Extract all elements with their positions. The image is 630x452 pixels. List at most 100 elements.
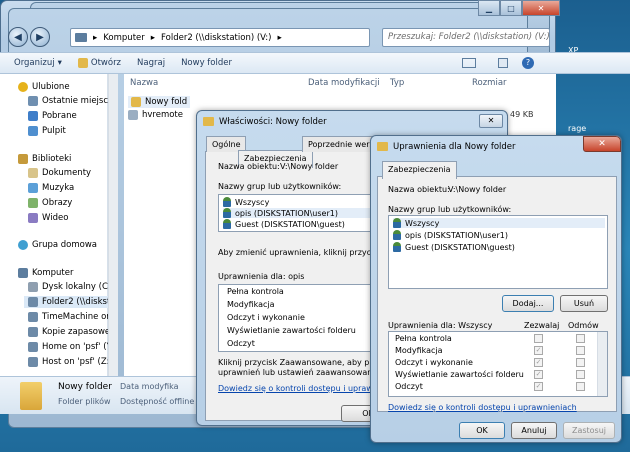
- deny-checkbox[interactable]: [576, 346, 585, 355]
- details-mod-label: Data modyfika: [120, 382, 179, 391]
- list-item[interactable]: opis (DISKSTATION\user1): [393, 230, 508, 240]
- nav-computer[interactable]: Komputer: [18, 268, 73, 278]
- chevron-down-icon: ▾: [57, 58, 62, 68]
- dialog-title: Uprawnienia dla Nowy folder: [393, 142, 516, 152]
- nav-favorites[interactable]: Ulubione: [18, 82, 70, 92]
- nav-drive-host[interactable]: Host on 'psf' (Z:): [28, 357, 108, 367]
- tab-panel: Zabezpieczenia Nazwa obiektu: V:\Nowy fo…: [377, 161, 617, 412]
- address-bar[interactable]: ▸ Komputer ▸ Folder2 (\\diskstation) (V:…: [70, 28, 370, 47]
- deny-checkbox[interactable]: [576, 382, 585, 391]
- nav-recent-places[interactable]: Ostatnie miejsca: [28, 96, 113, 106]
- nav-homegroup[interactable]: Grupa domowa: [18, 240, 97, 250]
- object-name-label: Nazwa obiektu:: [218, 162, 280, 171]
- permissions-for-label: Uprawnienia dla: Wszyscy: [388, 321, 493, 330]
- nav-pictures[interactable]: Obrazy: [28, 198, 72, 208]
- list-item[interactable]: Guest (DISKSTATION\guest): [223, 219, 345, 229]
- network-drive-icon: [28, 327, 38, 337]
- permission-row: Odczyt i wykonanie: [227, 313, 305, 322]
- search-input[interactable]: Przeszukaj: Folder2 (\\diskstation) (V:): [382, 28, 550, 47]
- navigation-pane: Ulubione Ostatnie miejsca Pobrane Pulpit…: [0, 74, 114, 394]
- deny-checkbox[interactable]: [576, 358, 585, 367]
- star-icon: [18, 82, 28, 92]
- nav-drive-timemachine[interactable]: TimeMachine on: [28, 312, 108, 322]
- user-icon: [393, 242, 401, 252]
- open-button[interactable]: Otwórz: [77, 58, 121, 68]
- documents-icon: [28, 168, 38, 178]
- list-item[interactable]: Wszyscy: [223, 197, 269, 207]
- videos-icon: [28, 213, 38, 223]
- nav-drive-folder2[interactable]: Folder2 (\\diskstation: [24, 296, 108, 308]
- breadcrumb-computer[interactable]: Komputer: [103, 33, 144, 43]
- permission-row: Modyfikacja: [395, 346, 443, 355]
- organize-button[interactable]: Organizuj ▾: [14, 58, 62, 68]
- breadcrumb-separator-icon: ▸: [277, 32, 282, 43]
- permission-row: Pełna kontrola: [395, 334, 452, 343]
- column-name[interactable]: Nazwa: [126, 74, 162, 92]
- details-name: Nowy folder: [58, 382, 112, 392]
- column-size[interactable]: Rozmiar: [468, 74, 511, 92]
- column-type[interactable]: Typ: [386, 74, 408, 92]
- permission-row: Odczyt: [395, 382, 423, 391]
- list-item[interactable]: Wszyscy: [393, 218, 605, 228]
- nav-drive-backups[interactable]: Kopie zapasowe: [28, 327, 108, 337]
- permissions-list: Pełna kontrola Modyfikacja Odczyt i wyko…: [388, 331, 608, 397]
- folder-large-icon: [20, 382, 42, 410]
- object-name-label: Nazwa obiektu:: [388, 185, 450, 194]
- nav-scrollbar[interactable]: [108, 74, 118, 376]
- list-item[interactable]: Nowy fold: [128, 96, 191, 108]
- close-button[interactable]: ✕: [479, 114, 503, 128]
- nav-drive-home[interactable]: Home on 'psf' (Y: [28, 342, 108, 352]
- close-button[interactable]: ✕: [522, 0, 560, 16]
- new-folder-button[interactable]: Nowy folder: [181, 58, 232, 68]
- list-item[interactable]: hvremote: [128, 110, 183, 120]
- view-options-icon[interactable]: [462, 58, 476, 68]
- folder-icon: [203, 117, 214, 126]
- cancel-button[interactable]: Anuluj: [511, 422, 557, 439]
- allow-checkbox[interactable]: ✓: [534, 346, 543, 355]
- column-date[interactable]: Data modyfikacji: [304, 74, 384, 92]
- nav-videos[interactable]: Wideo: [28, 213, 68, 223]
- user-icon: [393, 230, 401, 240]
- network-drive-icon: [28, 297, 38, 307]
- deny-checkbox[interactable]: [576, 334, 585, 343]
- nav-music[interactable]: Muzyka: [28, 183, 74, 193]
- ok-button[interactable]: OK: [459, 422, 505, 439]
- allow-checkbox[interactable]: [534, 334, 543, 343]
- tab-security[interactable]: Zabezpieczenia: [382, 161, 457, 179]
- permissions-dialog: Uprawnienia dla Nowy folder ✕ Zabezpiecz…: [370, 135, 622, 443]
- list-item[interactable]: Guest (DISKSTATION\guest): [393, 242, 515, 252]
- nav-libraries[interactable]: Biblioteki: [18, 154, 71, 164]
- deny-column-label: Odmów: [568, 321, 599, 330]
- burn-button[interactable]: Nagraj: [137, 58, 165, 68]
- homegroup-icon: [18, 240, 28, 250]
- backdrop-text-rage: rage: [568, 124, 587, 133]
- nav-drive-c[interactable]: Dysk lokalny (C:): [28, 282, 114, 292]
- maximize-button[interactable]: □: [500, 0, 522, 16]
- minimize-button[interactable]: ▁: [478, 0, 500, 16]
- allow-checkbox[interactable]: ✓: [534, 358, 543, 367]
- remove-button[interactable]: Usuń: [560, 295, 608, 312]
- access-control-link[interactable]: Dowiedz się o kontroli dostępu i uprawni…: [388, 403, 577, 412]
- users-icon: [393, 218, 401, 228]
- allow-checkbox[interactable]: ✓: [534, 382, 543, 391]
- breadcrumb-folder2[interactable]: Folder2 (\\diskstation) (V:): [161, 33, 271, 43]
- allow-checkbox[interactable]: ✓: [534, 370, 543, 379]
- nav-desktop[interactable]: Pulpit: [28, 126, 66, 136]
- back-button[interactable]: ◀: [8, 27, 28, 47]
- permissions-for-label: Uprawnienia dla: opis: [218, 272, 305, 281]
- groups-label: Nazwy grup lub użytkowników:: [218, 182, 342, 191]
- nav-documents[interactable]: Dokumenty: [28, 168, 91, 178]
- forward-button[interactable]: ▶: [30, 27, 50, 47]
- add-button[interactable]: Dodaj...: [502, 295, 554, 312]
- preview-pane-icon[interactable]: [498, 58, 508, 68]
- folder-icon: [131, 97, 141, 107]
- deny-checkbox[interactable]: [576, 370, 585, 379]
- breadcrumb-separator-icon: ▸: [150, 32, 156, 43]
- permission-row: Pełna kontrola: [227, 287, 284, 296]
- close-button[interactable]: ✕: [583, 136, 621, 152]
- permissions-scrollbar[interactable]: [597, 332, 607, 396]
- help-icon[interactable]: ?: [522, 57, 534, 69]
- nav-downloads[interactable]: Pobrane: [28, 111, 77, 121]
- libraries-icon: [18, 154, 28, 164]
- apply-button[interactable]: Zastosuj: [563, 422, 615, 439]
